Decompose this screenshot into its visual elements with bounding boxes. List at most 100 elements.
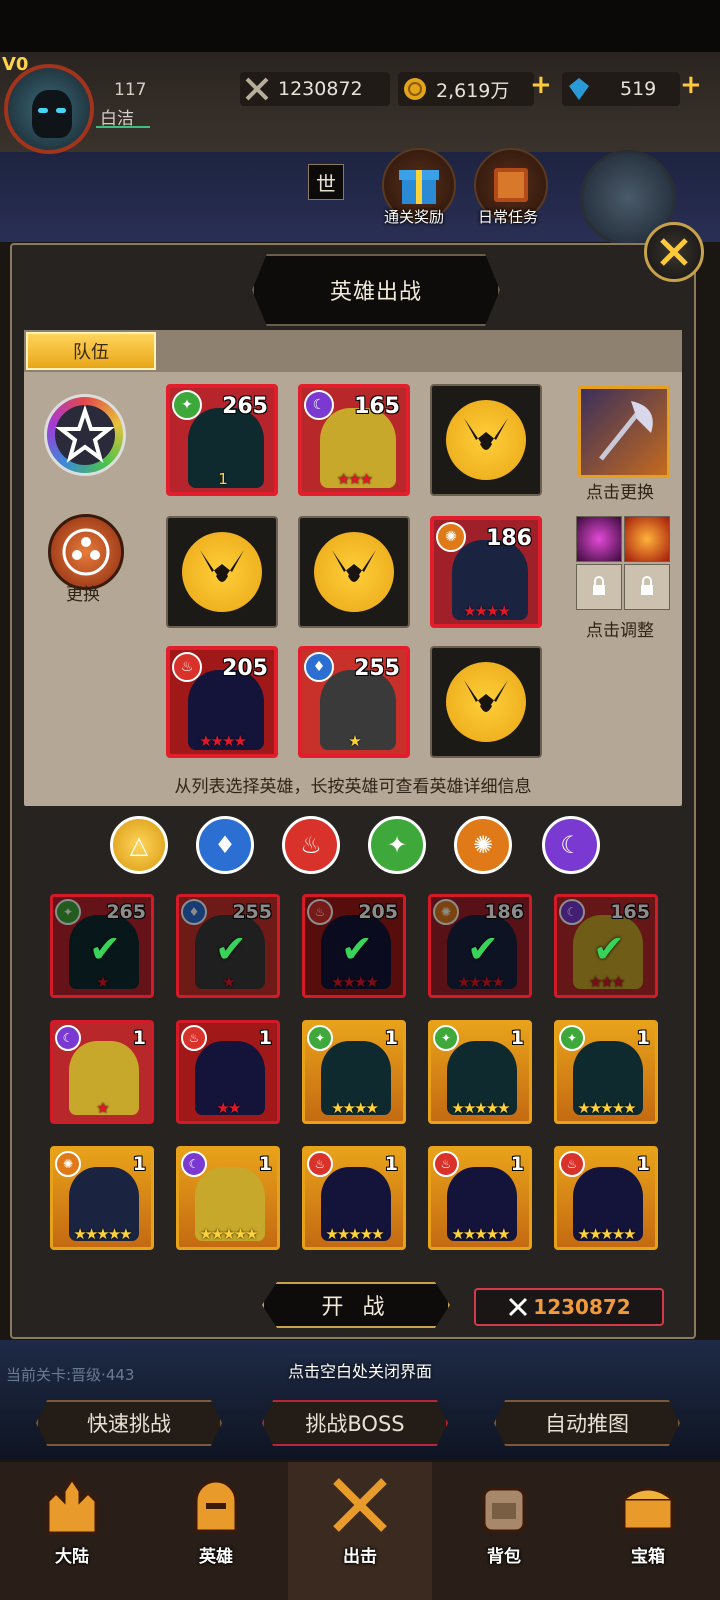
world-chat-tag[interactable]: 世 [308, 164, 344, 200]
formation-star-button[interactable] [44, 394, 126, 476]
filter-dark-icon[interactable]: ☾ [542, 816, 600, 874]
roster-hero-card[interactable]: ✦ 1 ★★★★★ [554, 1020, 658, 1124]
skill-slot[interactable] [624, 516, 670, 562]
lock-icon [593, 576, 605, 595]
nav-crossed-swords[interactable]: 出击 [288, 1462, 432, 1600]
empty-hero-slot[interactable] [430, 646, 542, 758]
deployed-hero-slot[interactable]: ☾ 165 ★★★ [298, 384, 410, 496]
crossed-swords-icon [325, 1470, 395, 1540]
empty-hero-slot[interactable] [166, 516, 278, 628]
gold-value: 2,619万 [436, 79, 510, 102]
nav-label: 英雄 [199, 1547, 233, 1567]
vip-level: V0 [2, 54, 29, 75]
nav-castle[interactable]: 大陆 [0, 1462, 144, 1600]
hero-stars: ★★★★★ [451, 1225, 510, 1243]
coin-icon [402, 76, 428, 102]
team-emblem-icon [446, 400, 526, 480]
nav-label: 大陆 [55, 1547, 89, 1567]
hero-level: 1 [258, 1027, 272, 1049]
fire-element-icon: ♨ [307, 1151, 333, 1177]
roster-hero-card[interactable]: ☾ 165 ★★★ ✔ [554, 894, 658, 998]
nav-label: 出击 [343, 1547, 377, 1567]
panel-title: 英雄出战 [329, 280, 422, 305]
roster-hero-card[interactable]: ♨ 205 ★★★★ ✔ [302, 894, 406, 998]
player-avatar[interactable] [4, 64, 94, 154]
hero-stars: ★★★★ [331, 1099, 379, 1117]
dark-element-icon: ☾ [55, 1025, 81, 1051]
filter-all-icon[interactable]: △ [110, 816, 168, 874]
challenge-boss-button[interactable]: 挑战BOSS [262, 1400, 448, 1446]
deployed-hero-slot[interactable]: ✦ 265 1 [166, 384, 278, 496]
deployed-hero-slot[interactable]: ♨ 205 ★★★★ [166, 646, 278, 758]
deployed-hero-slot[interactable]: ✺ 186 ★★★★ [430, 516, 542, 628]
gold-box: 2,619万 [398, 72, 534, 106]
fire-element-icon: ♨ [559, 1151, 585, 1177]
change-weapon-label: 点击更换 [586, 483, 654, 503]
roster-hero-card[interactable]: ✦ 1 ★★★★ [302, 1020, 406, 1124]
roster-hero-card[interactable]: ☾ 1 ★★★★★ [176, 1146, 280, 1250]
roster-hero-card[interactable]: ✺ 186 ★★★★ ✔ [428, 894, 532, 998]
crossed-swords-icon [509, 1297, 528, 1317]
quick-challenge-button[interactable]: 快速挑战 [36, 1400, 222, 1446]
close-button[interactable] [644, 222, 704, 282]
add-gold-button[interactable]: + [530, 70, 552, 100]
auto-push-button[interactable]: 自动推图 [494, 1400, 680, 1446]
locked-skill-slot[interactable] [576, 564, 622, 610]
roster-hero-card[interactable]: ♦ 255 ★ ✔ [176, 894, 280, 998]
empty-hero-slot[interactable] [298, 516, 410, 628]
skill-slot[interactable] [576, 516, 622, 562]
roster-hero-card[interactable]: ♨ 1 ★★ [176, 1020, 280, 1124]
nav-helmet[interactable]: 英雄 [144, 1462, 288, 1600]
checkmark-icon: ✔ [467, 927, 499, 971]
nav-label: 宝箱 [631, 1547, 665, 1567]
swap-label: 更换 [66, 585, 100, 605]
hero-level: 186 [486, 526, 532, 551]
hero-stars: ★★★★ [463, 602, 511, 620]
filter-water-icon[interactable]: ♦ [196, 816, 254, 874]
roster-hero-card[interactable]: ✦ 1 ★★★★★ [428, 1020, 532, 1124]
status-bar [0, 0, 720, 52]
nav-chest[interactable]: 宝箱 [576, 1462, 720, 1600]
checkmark-icon: ✔ [593, 927, 625, 971]
hero-level: 1 [636, 1027, 650, 1049]
swap-formation-button[interactable] [48, 514, 124, 590]
hero-stars: 1 [218, 470, 227, 488]
roster-hero-card[interactable]: ♨ 1 ★★★★★ [554, 1146, 658, 1250]
hero-level: 165 [354, 394, 400, 419]
nav-label: 背包 [487, 1547, 521, 1567]
hero-stars: ★★★★★ [199, 1225, 258, 1243]
team-power-value: 1230872 [533, 1295, 631, 1319]
hero-stars: ★★★★★ [325, 1225, 384, 1243]
empty-hero-slot[interactable] [430, 384, 542, 496]
roster-hero-card[interactable]: ♨ 1 ★★★★★ [302, 1146, 406, 1250]
adjust-skills-label: 点击调整 [586, 621, 654, 641]
backpack-icon [469, 1470, 539, 1540]
hero-level: 1 [132, 1027, 146, 1049]
roster-hero-card[interactable]: ✦ 265 ★ ✔ [50, 894, 154, 998]
close-hint[interactable]: 点击空白处关闭界面 [0, 1358, 720, 1382]
roster-hero-card[interactable]: ☾ 1 ★ [50, 1020, 154, 1124]
dark-element-icon: ☾ [181, 1151, 207, 1177]
hero-level: 205 [222, 656, 268, 681]
roster-hero-card[interactable]: ✺ 1 ★★★★★ [50, 1146, 154, 1250]
skill-grid[interactable] [576, 516, 672, 612]
hero-level: 1 [636, 1153, 650, 1175]
locked-skill-slot[interactable] [624, 564, 670, 610]
start-battle-button[interactable]: 开 战 [262, 1282, 450, 1328]
hero-stars: ★★★★★ [73, 1225, 132, 1243]
deployed-hero-slot[interactable]: ♦ 255 ★ [298, 646, 410, 758]
tab-team[interactable]: 队伍 [26, 332, 156, 370]
close-swords-icon [660, 238, 688, 266]
roster-hero-card[interactable]: ♨ 1 ★★★★★ [428, 1146, 532, 1250]
nav-backpack[interactable]: 背包 [432, 1462, 576, 1600]
avatar-eye [38, 108, 48, 113]
player-level: 117 [114, 80, 147, 100]
team-emblem-icon [314, 532, 394, 612]
hero-level: 1 [384, 1027, 398, 1049]
weapon-slot[interactable] [578, 386, 670, 478]
combat-power-value: 1230872 [278, 78, 363, 100]
add-gem-button[interactable]: + [680, 70, 702, 100]
filter-fire-icon[interactable]: ♨ [282, 816, 340, 874]
filter-wind-icon[interactable]: ✦ [368, 816, 426, 874]
filter-light-icon[interactable]: ✺ [454, 816, 512, 874]
